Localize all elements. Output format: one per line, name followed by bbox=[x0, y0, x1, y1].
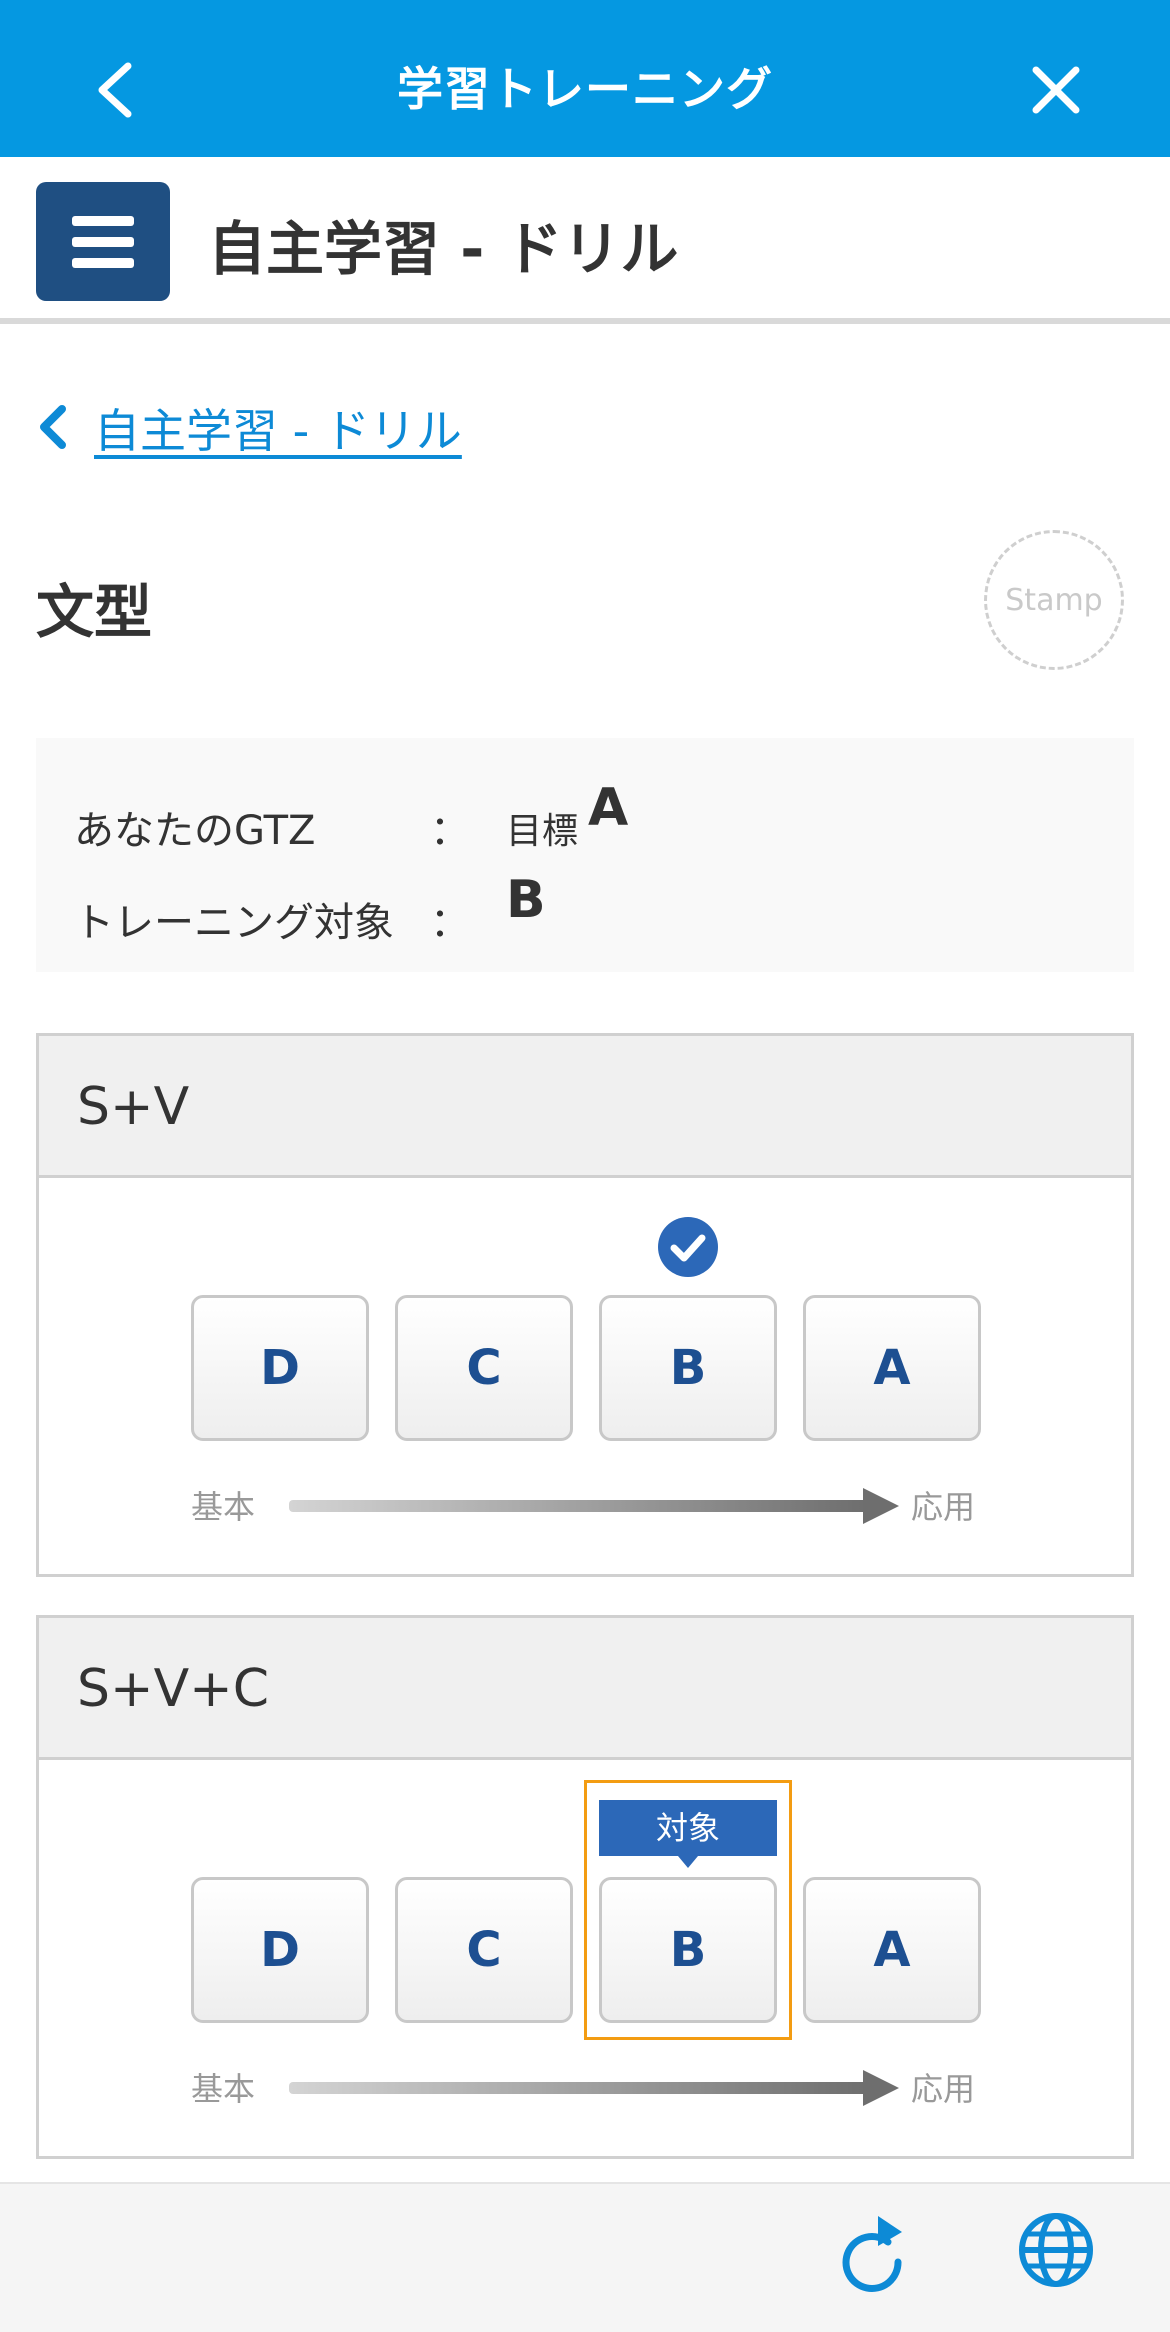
goal-grade: A bbox=[588, 778, 629, 838]
level-button-b[interactable]: B bbox=[599, 1295, 777, 1441]
level-button-a[interactable]: A bbox=[803, 1295, 981, 1441]
separator: ： bbox=[430, 808, 470, 854]
gtz-label: あなたのGTZ bbox=[74, 808, 316, 854]
axis-end-label: 応用 bbox=[911, 1488, 976, 1526]
target-grade: B bbox=[506, 870, 546, 930]
breadcrumb-link[interactable]: 自主学習 - ドリル bbox=[94, 395, 462, 461]
section-heading: S+V bbox=[39, 1036, 1131, 1178]
section-title: 自主学習 - ドリル bbox=[208, 215, 679, 283]
stamp-placeholder: Stamp bbox=[984, 530, 1124, 670]
top-bar: 学習トレーニング bbox=[0, 0, 1170, 157]
section-heading: S+V+C bbox=[39, 1618, 1131, 1760]
goal-prefix: 目標 bbox=[506, 811, 579, 852]
level-button-c[interactable]: C bbox=[395, 1295, 573, 1441]
level-button-a[interactable]: A bbox=[803, 1877, 981, 2023]
gtz-info-box: あなたのGTZ ： 目標 A トレーニング対象 ： B bbox=[36, 738, 1134, 972]
hamburger-menu-button[interactable] bbox=[36, 182, 170, 301]
refresh-icon[interactable] bbox=[836, 2212, 910, 2294]
sub-header: 自主学習 - ドリル bbox=[0, 157, 1170, 324]
axis-end-label: 応用 bbox=[911, 2070, 976, 2108]
page-title: 文型 bbox=[36, 578, 153, 646]
difficulty-arrow-icon bbox=[289, 2070, 899, 2106]
axis-start-label: 基本 bbox=[191, 1488, 256, 1526]
level-button-d[interactable]: D bbox=[191, 1295, 369, 1441]
close-icon[interactable] bbox=[1030, 64, 1082, 116]
globe-icon[interactable] bbox=[1018, 2212, 1094, 2288]
bottom-toolbar bbox=[0, 2182, 1170, 2332]
drill-section-s-v: S+V D C B A 基本 応用 bbox=[36, 1033, 1134, 1577]
difficulty-arrow-icon bbox=[289, 1488, 899, 1524]
app-title: 学習トレーニング bbox=[397, 62, 773, 116]
level-button-d[interactable]: D bbox=[191, 1877, 369, 2023]
check-circle-icon bbox=[658, 1217, 718, 1277]
chevron-left-icon bbox=[40, 405, 66, 449]
axis-start-label: 基本 bbox=[191, 2070, 256, 2108]
level-button-c[interactable]: C bbox=[395, 1877, 573, 2023]
drill-section-s-v-c: S+V+C 対象 D C B A 基本 応用 bbox=[36, 1615, 1134, 2159]
target-label: トレーニング対象 bbox=[74, 900, 394, 946]
target-badge: 対象 bbox=[599, 1800, 777, 1868]
separator: ： bbox=[430, 900, 470, 946]
level-button-b[interactable]: B bbox=[599, 1877, 777, 2023]
